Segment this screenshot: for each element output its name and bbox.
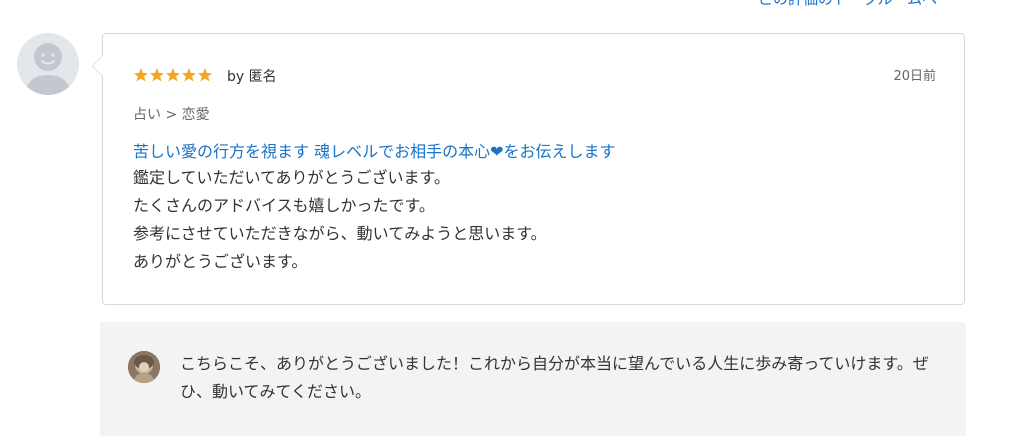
view-talkroom-link[interactable]: この評価のトークルームへ <box>758 0 937 9</box>
review-body: 鑑定していただいてありがとうございます。 たくさんのアドバイスも嬉しかったです。… <box>133 164 547 276</box>
star-icon <box>150 68 164 82</box>
star-icon <box>182 68 196 82</box>
service-title-link[interactable]: 苦しい愛の行方を視ます 魂レベルでお相手の本心❤をお伝えします <box>133 138 616 162</box>
seller-avatar <box>128 351 160 383</box>
star-icon <box>166 68 180 82</box>
breadcrumb-category: 占い > 恋愛 <box>133 107 210 123</box>
seller-avatar-icon <box>128 351 160 383</box>
default-user-avatar-icon <box>25 43 71 95</box>
star-rating <box>133 67 213 83</box>
reply-text: こちらこそ、ありがとうございました！これから自分が本当に望んでいる人生に歩み寄っ… <box>180 354 929 401</box>
seller-reply: こちらこそ、ありがとうございました！これから自分が本当に望んでいる人生に歩み寄っ… <box>100 322 966 436</box>
review-line: ありがとうございます。 <box>133 252 308 271</box>
star-icon <box>198 68 212 82</box>
review-line: 鑑定していただいてありがとうございます。 <box>133 168 450 187</box>
review-card: by 匿名 20日前 占い > 恋愛 苦しい愛の行方を視ます 魂レベルでお相手の… <box>92 33 965 305</box>
speech-tail-inner <box>93 56 103 76</box>
review-line: 参考にさせていただきながら、動いてみようと思います。 <box>133 224 547 243</box>
review-line: たくさんのアドバイスも嬉しかったです。 <box>133 196 435 215</box>
reviewer-avatar <box>17 33 79 95</box>
reviewer-byline: by 匿名 <box>227 69 277 85</box>
review-date: 20日前 <box>893 69 936 84</box>
star-icon <box>134 68 148 82</box>
